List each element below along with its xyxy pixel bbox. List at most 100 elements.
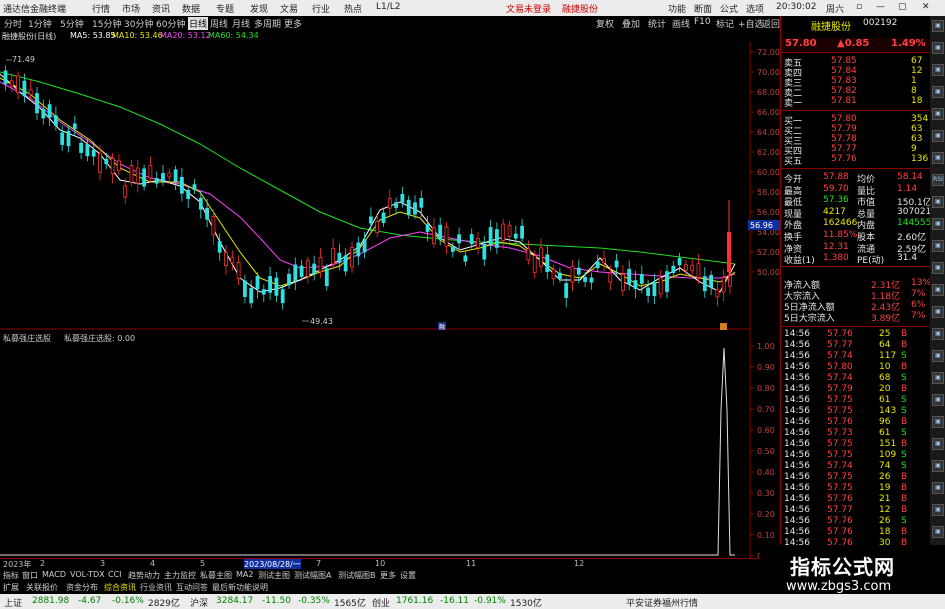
menu-item-data[interactable]: 数据 xyxy=(182,2,200,15)
tab-extend[interactable]: 扩展 xyxy=(3,582,19,593)
period-intraday[interactable]: 分时 xyxy=(4,17,22,30)
menu-item-industry[interactable]: 行业 xyxy=(312,2,330,15)
sz-value: 3284.17 xyxy=(216,596,254,606)
tool-icon[interactable]: RSI xyxy=(932,174,944,186)
period-15min[interactable]: 15分钟 xyxy=(92,17,121,30)
price-change-pct: 1.49% xyxy=(891,38,926,49)
tab-industry-news[interactable]: 行业资讯 xyxy=(140,582,172,593)
sz-label[interactable]: 沪深 xyxy=(190,596,208,609)
maximize-icon[interactable]: ▢ xyxy=(898,2,907,12)
tool-icon[interactable]: ▣ xyxy=(932,394,944,406)
tab-test-a[interactable]: 测试幅图A xyxy=(294,570,331,581)
stat-row: 现量 4217 总量 307021 xyxy=(781,207,931,220)
tool-icon[interactable]: ▣ xyxy=(932,108,944,120)
restore-icon[interactable]: ▫ xyxy=(856,2,862,12)
tab-related-quote[interactable]: 关联报价 xyxy=(26,582,58,593)
bid-price: 57.80 xyxy=(831,114,857,124)
y-tick-label: 68.00 xyxy=(757,88,780,97)
sh-label[interactable]: 上证 xyxy=(4,596,22,609)
stats-button[interactable]: 统计 xyxy=(648,17,666,30)
f10-button[interactable]: F10 xyxy=(694,17,711,27)
tab-vol[interactable]: VOL-TDX xyxy=(70,570,105,579)
tick-volume: 143 xyxy=(879,406,897,416)
tool-icon[interactable]: ▣ xyxy=(932,328,944,340)
menu-item-quotes[interactable]: 行情 xyxy=(92,2,110,15)
period-more[interactable]: 更多 xyxy=(284,17,302,30)
tool-icon[interactable]: ▣ xyxy=(932,438,944,450)
tool-icon[interactable]: ▣ xyxy=(932,64,944,76)
tab-qa[interactable]: 互动问答 xyxy=(176,582,208,593)
event-marker[interactable] xyxy=(720,323,727,330)
tool-icon[interactable]: ▣ xyxy=(932,416,944,428)
tool-icon[interactable]: ▣ xyxy=(932,196,944,208)
cy-label[interactable]: 创业 xyxy=(372,596,390,609)
indicator-chart[interactable]: 私募强庄选股 私募强庄选股: 0.00 1.00 0.90 0.80 0.70 0.60… xyxy=(0,330,780,558)
tab-macd[interactable]: MACD xyxy=(42,570,66,579)
period-weekly[interactable]: 周线 xyxy=(210,17,228,30)
indicator-title[interactable]: 私募强庄选股 xyxy=(3,333,51,343)
tool-icon[interactable]: ▣ xyxy=(932,42,944,54)
menu-item-hotspot[interactable]: 热点 xyxy=(344,2,362,15)
menu-item-topics[interactable]: 专题 xyxy=(216,2,234,15)
tab-test-main[interactable]: 测试主图 xyxy=(258,570,290,581)
period-1min[interactable]: 1分钟 xyxy=(28,17,52,30)
tool-icon[interactable]: ▣ xyxy=(932,482,944,494)
tool-icon[interactable]: ▣ xyxy=(932,372,944,384)
mark-button[interactable]: 标记 xyxy=(716,17,734,30)
tool-icon[interactable]: ▣ xyxy=(932,350,944,362)
tool-icon[interactable]: ▣ xyxy=(932,20,944,32)
tab-test-b[interactable]: 测试幅图B xyxy=(338,570,376,581)
period-30min[interactable]: 30分钟 xyxy=(124,17,153,30)
period-5min[interactable]: 5分钟 xyxy=(60,17,84,30)
tab-monitor[interactable]: 主力监控 xyxy=(164,570,196,581)
menu-item-level[interactable]: L1/L2 xyxy=(376,2,401,12)
candle-body xyxy=(54,115,58,126)
tab-fund-distribution[interactable]: 资金分布 xyxy=(66,582,98,593)
tool-icon[interactable]: ▣ xyxy=(932,526,944,538)
menu-item-section[interactable]: 断面 xyxy=(694,2,712,15)
tab-new-features[interactable]: 最后新功能说明 xyxy=(212,582,268,593)
tab-general-news[interactable]: 综合资讯 xyxy=(104,582,136,593)
menu-item-formula[interactable]: 公式 xyxy=(720,2,738,15)
tab-settings[interactable]: 设置 xyxy=(400,570,416,581)
tool-icon[interactable]: ▣ xyxy=(932,218,944,230)
period-multi[interactable]: 多周期 xyxy=(254,17,281,30)
tool-icon[interactable]: ▣ xyxy=(932,240,944,252)
financing-marker[interactable]: 融 xyxy=(439,323,445,330)
period-60min[interactable]: 60分钟 xyxy=(156,17,185,30)
tab-ma2[interactable]: MA2 xyxy=(236,570,253,579)
tab-indicator[interactable]: 指标 xyxy=(3,570,19,581)
draw-button[interactable]: 画线 xyxy=(672,17,690,30)
minimize-icon[interactable]: — xyxy=(876,2,885,12)
tool-icon[interactable]: ▣ xyxy=(932,306,944,318)
tab-more[interactable]: 更多 xyxy=(380,570,396,581)
menu-item-function[interactable]: 功能 xyxy=(668,2,686,15)
menu-item-news[interactable]: 资讯 xyxy=(152,2,170,15)
tool-icon[interactable]: ▣ xyxy=(932,460,944,472)
tool-icon[interactable]: ▣ xyxy=(932,152,944,164)
close-icon[interactable]: ✕ xyxy=(922,2,930,12)
tab-trend[interactable]: 趋势动力 xyxy=(128,570,160,581)
tool-icon[interactable]: ▣ xyxy=(932,262,944,274)
tab-private-main[interactable]: 私募主图 xyxy=(200,570,232,581)
tool-icon[interactable]: ▣ xyxy=(932,504,944,516)
candlestick-chart[interactable]: 72.00 70.00 68.00 66.00 64.00 62.00 60.00 58.00… xyxy=(0,42,780,330)
tool-icon[interactable]: ▣ xyxy=(932,86,944,98)
period-daily[interactable]: 日线 xyxy=(188,17,209,30)
candle-body xyxy=(727,232,731,272)
menu-item-discover[interactable]: 发现 xyxy=(250,2,268,15)
login-status[interactable]: 文易未登录 xyxy=(506,2,551,15)
menu-item-market[interactable]: 市场 xyxy=(122,2,140,15)
tool-icon[interactable]: ▣ xyxy=(932,284,944,296)
tab-window[interactable]: 窗口 xyxy=(22,570,38,581)
add-favorite-button[interactable]: +自选 xyxy=(738,17,764,30)
overlay-button[interactable]: 叠加 xyxy=(622,17,640,30)
back-button[interactable]: 返回 xyxy=(762,17,780,30)
menu-item-trade[interactable]: 文易 xyxy=(280,2,298,15)
menu-item-options[interactable]: 选项 xyxy=(746,2,764,15)
period-monthly[interactable]: 月线 xyxy=(232,17,250,30)
tool-icon[interactable]: ▣ xyxy=(932,130,944,142)
candle-body xyxy=(28,89,33,96)
tab-cci[interactable]: CCI xyxy=(108,570,122,579)
adjust-button[interactable]: 复权 xyxy=(596,17,614,30)
